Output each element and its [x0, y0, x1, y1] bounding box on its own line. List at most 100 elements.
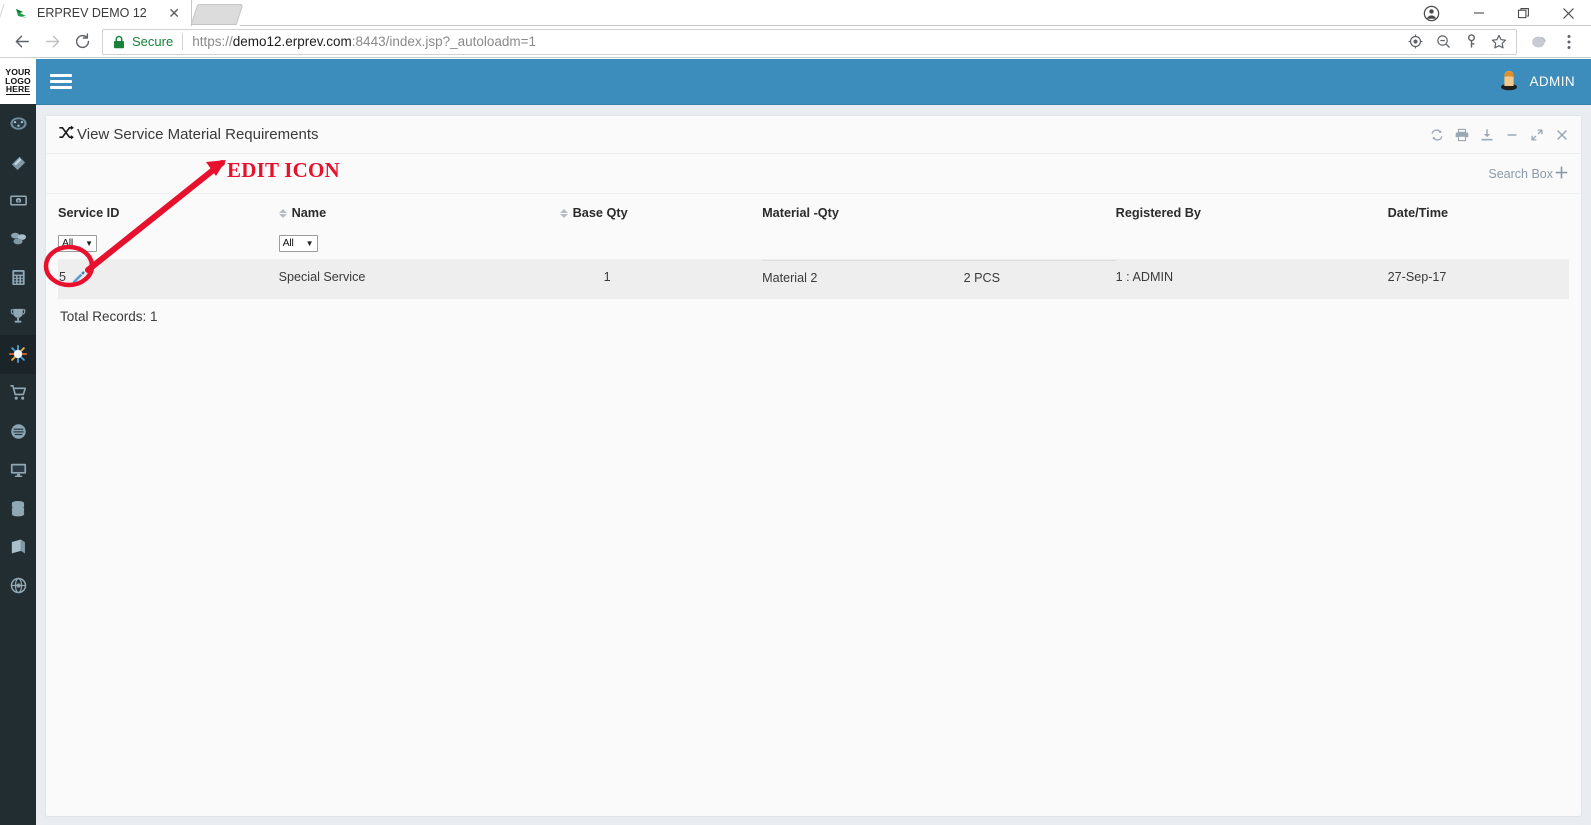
sidebar-item-production[interactable] — [0, 335, 36, 374]
key-icon[interactable] — [1458, 30, 1484, 54]
material-qty-subtable: Material 2 2 PCS — [762, 259, 1116, 299]
column-header-name[interactable]: Name — [278, 194, 560, 229]
sidebar-item-calculator[interactable] — [0, 258, 36, 297]
location-icon[interactable] — [1402, 30, 1428, 54]
column-header-date-time[interactable]: Date/Time — [1387, 194, 1569, 229]
column-label: Material -Qty — [762, 206, 839, 220]
cell-service-id: 5 — [58, 259, 279, 299]
sidebar-item-tag[interactable] — [0, 143, 36, 182]
forward-button[interactable] — [38, 28, 66, 56]
book-icon — [9, 537, 28, 556]
search-box-label: Search Box — [1488, 166, 1553, 181]
new-tab-button[interactable] — [190, 4, 244, 25]
sidebar-item-sales[interactable] — [0, 374, 36, 413]
url-text: https://demo12.erprev.com:8443/index.jsp… — [192, 34, 1395, 49]
filter-cell-service-id: All ▼ — [58, 229, 279, 260]
cell-date-time: 27-Sep-17 — [1387, 259, 1569, 299]
sidebar-item-monitor[interactable] — [0, 451, 36, 490]
sort-indicator-icon[interactable] — [559, 208, 568, 218]
hamburger-icon[interactable] — [50, 74, 72, 89]
profile-avatar-icon[interactable] — [1525, 28, 1553, 56]
sidebar: YOUR LOGO HERE $ — [0, 59, 36, 825]
logo: YOUR LOGO HERE — [0, 59, 36, 104]
boxes-icon — [9, 229, 28, 248]
table-row[interactable]: 5 Special Service 1 Material 2 2 PCS 1:… — [58, 259, 1569, 299]
sidebar-item-dashboard[interactable] — [0, 104, 36, 143]
sidebar-item-book[interactable] — [0, 528, 36, 567]
shuffle-icon — [58, 124, 75, 145]
column-label: Base Qty — [572, 206, 628, 220]
filter-cell-material-qty — [762, 229, 1116, 260]
pencil-edit-icon[interactable] — [71, 270, 86, 285]
url-path: :8443/index.jsp?_autoloadm=1 — [351, 34, 537, 49]
minimize-icon[interactable] — [1505, 128, 1519, 142]
filter-value: All — [282, 237, 294, 249]
column-header-service-id[interactable]: Service ID — [58, 194, 279, 229]
column-label: Name — [291, 206, 327, 220]
sidebar-item-disc[interactable] — [0, 412, 36, 451]
cell-registered-by: 1 : ADMIN — [1115, 259, 1388, 299]
omnibox-icons — [1402, 30, 1512, 54]
sidebar-item-database[interactable] — [0, 489, 36, 528]
window-controls — [1406, 0, 1591, 26]
total-records-label: Total Records: 1 — [60, 308, 158, 324]
table-header-row: Service ID Name Base Qty Material -Qty R… — [58, 194, 1569, 229]
user-menu[interactable]: ADMIN — [1498, 67, 1576, 96]
filter-dropdown-name[interactable]: All ▼ — [278, 234, 318, 252]
download-icon[interactable] — [1480, 128, 1494, 142]
tab-close-icon[interactable]: ✕ — [165, 6, 183, 20]
sidebar-item-boxes[interactable] — [0, 220, 36, 259]
monitor-icon — [9, 460, 28, 479]
window-maximize-button[interactable] — [1501, 0, 1546, 26]
column-header-registered-by[interactable]: Registered By — [1115, 194, 1388, 229]
table-body: All ▼ All ▼ 5 Special Service 1 Material… — [58, 229, 1569, 299]
filter-dropdown-service-id[interactable]: All ▼ — [58, 234, 97, 252]
star-icon[interactable] — [1486, 30, 1512, 54]
browser-tab-strip: ERPREV DEMO 12 ✕ — [0, 0, 1591, 26]
user-avatar-icon — [1498, 67, 1520, 96]
table-header: Service ID Name Base Qty Material -Qty R… — [58, 194, 1569, 229]
search-box-toggle[interactable]: Search Box ＋ — [1488, 166, 1569, 181]
toolbar-right-icons — [1525, 28, 1583, 56]
print-icon[interactable] — [1455, 128, 1469, 142]
url-host: demo12.erprev.com — [232, 34, 352, 49]
filter-cell-name: All ▼ — [278, 229, 560, 260]
browser-tab[interactable]: ERPREV DEMO 12 ✕ — [0, 0, 192, 26]
column-header-base-qty[interactable]: Base Qty — [559, 194, 763, 229]
back-button[interactable] — [8, 28, 36, 56]
lock-icon — [113, 35, 125, 49]
service-material-panel: View Service Material Requirements Searc… — [45, 115, 1582, 817]
refresh-icon[interactable] — [1430, 128, 1444, 142]
sidebar-item-trophy[interactable] — [0, 297, 36, 336]
chevron-down-icon: ▼ — [85, 238, 93, 248]
globe-icon — [9, 576, 28, 595]
browser-tab-title: ERPREV DEMO 12 — [37, 6, 147, 20]
content-area: View Service Material Requirements Searc… — [36, 105, 1591, 817]
tag-icon — [9, 152, 28, 171]
window-close-button[interactable] — [1546, 0, 1591, 26]
shopping-cart-icon — [9, 383, 28, 402]
disc-icon — [9, 422, 28, 441]
reload-button[interactable] — [68, 28, 96, 56]
close-icon[interactable] — [1555, 128, 1569, 142]
annotation-label: EDIT ICON — [227, 158, 340, 182]
security-status-label: Secure — [132, 34, 174, 49]
sort-indicator-icon[interactable] — [278, 208, 287, 218]
menu-dots-icon[interactable] — [1555, 28, 1583, 56]
sidebar-item-money[interactable]: $ — [0, 181, 36, 220]
filter-value: All — [62, 237, 74, 249]
window-minimize-button[interactable] — [1456, 0, 1501, 26]
zoom-out-icon[interactable] — [1430, 30, 1456, 54]
expand-icon[interactable] — [1530, 128, 1544, 142]
page-title-text: View Service Material Requirements — [77, 126, 319, 143]
cell-material-qty: Material 2 2 PCS — [762, 259, 1116, 299]
top-navbar: ADMIN — [36, 59, 1591, 105]
column-header-material-qty[interactable]: Material -Qty — [762, 194, 1116, 229]
browser-profile-icon[interactable] — [1406, 0, 1456, 26]
browser-window: ERPREV DEMO 12 ✕ Secure https://demo12.e… — [0, 0, 1591, 825]
address-bar[interactable]: Secure https://demo12.erprev.com:8443/in… — [102, 28, 1517, 55]
filter-cell-date-time — [1387, 229, 1569, 260]
sidebar-item-globe[interactable] — [0, 566, 36, 605]
material-row: Material 2 2 PCS — [762, 259, 1116, 299]
database-icon — [9, 499, 27, 518]
